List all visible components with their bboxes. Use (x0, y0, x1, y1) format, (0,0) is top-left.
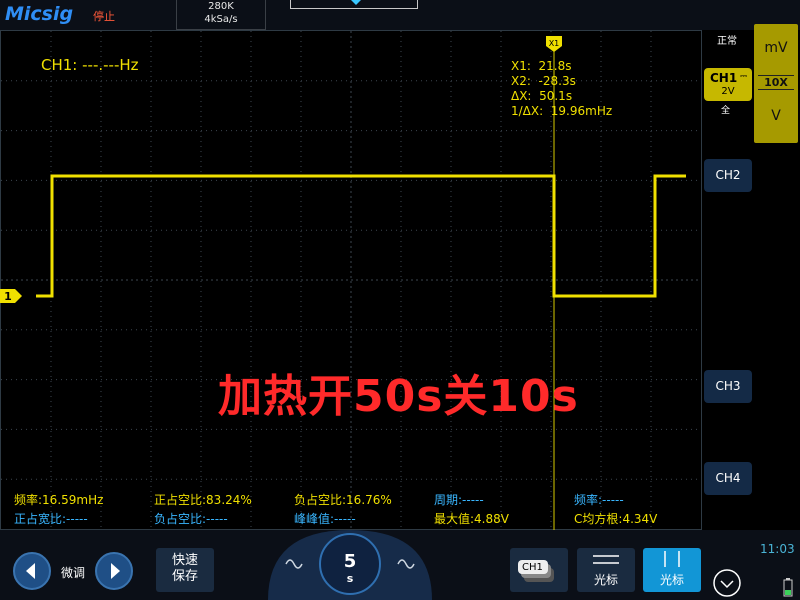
sample-rate: 4kSa/s (204, 14, 238, 25)
measurement-label: 最大值: (434, 512, 475, 526)
top-status-bar: Micsig 停止 280K 4kSa/s (0, 0, 800, 30)
channel-stack-label: CH1 (522, 562, 543, 573)
ch1-bandwidth: 全 (721, 106, 731, 116)
ch1-label: CH1 (710, 71, 738, 85)
measurement-value: ----- (602, 493, 624, 507)
run-state-indicator[interactable]: 停止 (93, 8, 115, 24)
acquisition-info[interactable]: 280K 4kSa/s (176, 0, 266, 30)
frequency-readout: CH1: ---.---Hz (41, 56, 139, 74)
measurement-value: 83.24% (206, 493, 252, 507)
ch3-button[interactable]: CH3 (704, 370, 752, 403)
unit-panel[interactable]: mV 10X V (754, 24, 798, 143)
measurement-label: 频率: (574, 493, 603, 507)
measurement-value: 4.88V (474, 512, 509, 526)
clock: 11:03 (760, 542, 795, 556)
cursor-x2-value: X2: -28.3s (511, 74, 576, 88)
measurement-label: 峰峰值: (294, 512, 335, 526)
measurement-item[interactable]: 正占空比:83.24% (154, 491, 252, 508)
measurement-item[interactable]: C均方根:4.34V (574, 510, 657, 527)
memory-position-marker (351, 0, 361, 5)
measurement-item[interactable]: 峰峰值:----- (294, 510, 356, 527)
measurement-item[interactable]: 周期:----- (434, 491, 484, 508)
timebase-unit: s (346, 572, 354, 585)
quick-save-button[interactable]: 快速 保存 (156, 548, 214, 592)
horizontal-cursor-button[interactable]: 光标 (577, 548, 635, 592)
expand-menu-icon[interactable] (712, 568, 744, 600)
horizontal-cursor-label: 光标 (593, 573, 618, 587)
fine-right-button[interactable] (95, 552, 133, 590)
measurement-value: ----- (66, 512, 88, 526)
timebase-value: 5 (343, 551, 357, 572)
unit-mv-button[interactable]: mV (754, 40, 798, 56)
measurement-label: C均方根: (574, 512, 623, 526)
dc-coupling-icon: ⎓ (740, 72, 748, 82)
cursor-x1-value: X1: 21.8s (511, 59, 572, 73)
measurement-label: 正占空比: (154, 493, 207, 507)
measurement-item[interactable]: 频率:----- (574, 491, 624, 508)
measurement-value: 16.59mHz (42, 493, 104, 507)
measurement-label: 正占宽比: (14, 512, 67, 526)
measurement-item[interactable]: 频率:16.59mHz (14, 491, 103, 508)
measurement-label: 负占空比: (154, 512, 207, 526)
measurement-value: ----- (462, 493, 484, 507)
ch4-button[interactable]: CH4 (704, 462, 752, 495)
measurement-value: 16.76% (346, 493, 392, 507)
trigger-mode[interactable]: 正常 (717, 32, 737, 47)
ch2-button[interactable]: CH2 (704, 159, 752, 192)
measurement-label: 负占空比: (294, 493, 347, 507)
measurement-item[interactable]: 最大值:4.88V (434, 510, 509, 527)
arrow-right-icon (111, 563, 120, 579)
cursor-inverse-delta-value: 1/ΔX: 19.96mHz (511, 104, 613, 118)
measurement-label: 周期: (434, 493, 463, 507)
vertical-cursor-label: 光标 (659, 573, 684, 587)
channel-stack-button[interactable]: CH1 (510, 548, 568, 592)
vertical-cursor-icon (664, 551, 680, 567)
measurement-value: ----- (334, 512, 356, 526)
fine-left-button[interactable] (13, 552, 51, 590)
memory-depth: 280K (208, 1, 234, 12)
ch1-button[interactable]: CH1 ⎓ 2V (704, 68, 752, 101)
arrow-left-icon (26, 563, 35, 579)
brand-logo: Micsig (5, 3, 74, 25)
vertical-cursor-button[interactable]: 光标 (643, 548, 701, 592)
unit-v-button[interactable]: V (754, 108, 798, 124)
probe-attenuation[interactable]: 10X (758, 75, 794, 90)
cursor-delta-x-value: ΔX: 50.1s (511, 89, 573, 103)
quick-save-label-2: 保存 (171, 569, 198, 584)
overlay-annotation: 加热开50s关10s (218, 371, 579, 422)
cursor-readout: X1: 21.8s X2: -28.3s ΔX: 50.1s 1/ΔX: 19.… (511, 59, 612, 119)
measurement-item[interactable]: 负占空比:16.76% (294, 491, 392, 508)
fine-adjust-label: 微调 (61, 566, 86, 580)
measurement-value: 4.34V (622, 512, 658, 526)
measurement-item[interactable]: 正占宽比:----- (14, 510, 88, 527)
battery-icon (783, 578, 793, 597)
horizontal-cursor-icon (593, 555, 619, 564)
measurement-item[interactable]: 负占空比:----- (154, 510, 228, 527)
measurement-label: 频率: (14, 493, 43, 507)
quick-save-label-1: 快速 (171, 553, 198, 568)
measurement-value: ----- (206, 512, 228, 526)
ch1-scale: 2V (721, 86, 735, 97)
